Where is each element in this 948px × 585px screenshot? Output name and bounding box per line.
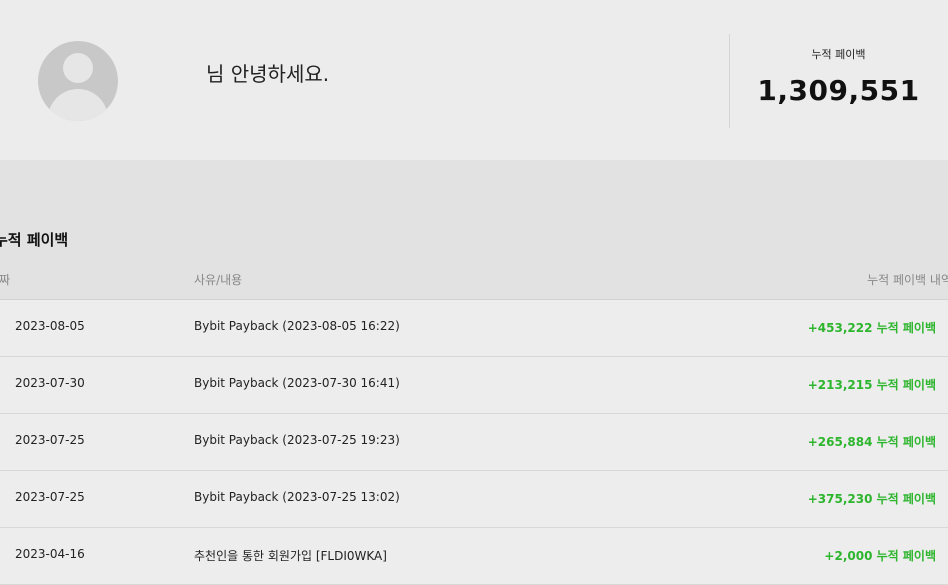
row-date: 2023-07-30 <box>15 376 85 390</box>
section-title: 누적 페이백 <box>0 231 69 249</box>
row-amount: +213,215 누적 페이백 <box>807 378 936 392</box>
table-row: 2023-07-30 Bybit Payback (2023-07-30 16:… <box>0 357 948 414</box>
row-date: 2023-07-25 <box>15 490 85 504</box>
column-header-date: 날짜 <box>0 273 11 287</box>
greeting-text: 님 안녕하세요. <box>206 62 330 86</box>
table-row: 2023-04-16 추천인을 통한 회원가입 [FLDI0WKA] +2,00… <box>0 528 948 585</box>
row-amount: +265,884 누적 페이백 <box>807 435 936 449</box>
avatar-head-shape <box>63 53 93 83</box>
history-header-band <box>0 160 948 300</box>
row-date: 2023-08-05 <box>15 319 85 333</box>
row-reason: Bybit Payback (2023-07-25 19:23) <box>194 433 400 447</box>
row-date: 2023-07-25 <box>15 433 85 447</box>
row-reason: 추천인을 통한 회원가입 [FLDI0WKA] <box>194 549 387 563</box>
total-payback-label: 누적 페이백 <box>811 48 866 61</box>
row-amount: +375,230 누적 페이백 <box>807 492 936 506</box>
table-row: 2023-07-25 Bybit Payback (2023-07-25 13:… <box>0 471 948 528</box>
avatar <box>38 41 118 121</box>
avatar-body-shape <box>48 89 108 121</box>
table-row: 2023-08-05 Bybit Payback (2023-08-05 16:… <box>0 300 948 357</box>
payback-table: 2023-08-05 Bybit Payback (2023-08-05 16:… <box>0 300 948 585</box>
row-reason: Bybit Payback (2023-07-30 16:41) <box>194 376 400 390</box>
row-reason: Bybit Payback (2023-07-25 13:02) <box>194 490 400 504</box>
row-date: 2023-04-16 <box>15 547 85 561</box>
row-reason: Bybit Payback (2023-08-05 16:22) <box>194 319 400 333</box>
table-row: 2023-07-25 Bybit Payback (2023-07-25 19:… <box>0 414 948 471</box>
row-amount: +2,000 누적 페이백 <box>824 549 936 563</box>
total-payback-value: 1,309,551 <box>757 74 920 107</box>
row-amount: +453,222 누적 페이백 <box>807 321 936 335</box>
column-header-amount: 누적 페이백 내역 <box>867 273 948 287</box>
column-header-reason: 사유/내용 <box>194 273 243 287</box>
profile-header: 님 안녕하세요. 누적 페이백 1,309,551 <box>0 0 948 160</box>
